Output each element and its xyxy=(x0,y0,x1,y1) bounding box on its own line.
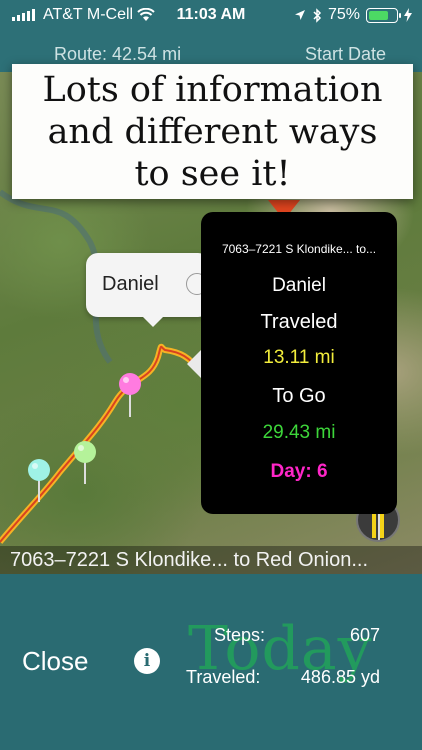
top-bar: AT&T M-Cell 11:03 AM 75% Route: 42.54 mi… xyxy=(0,0,422,72)
bluetooth-icon xyxy=(313,7,322,23)
info-icon[interactable]: i xyxy=(134,648,160,674)
battery-percent: 75% xyxy=(327,6,360,23)
location-icon xyxy=(294,10,305,20)
map-pin-cyan[interactable] xyxy=(28,459,50,502)
pin-callout[interactable]: Daniel xyxy=(86,253,210,327)
map-pin-green[interactable] xyxy=(74,441,96,484)
callout-name: Daniel xyxy=(102,273,159,295)
battery-icon xyxy=(366,7,401,23)
promo-banner: Lots of information and different ways t… xyxy=(12,64,413,199)
promo-banner-text: Lots of information and different ways t… xyxy=(42,69,383,194)
start-date-label[interactable]: Start Date xyxy=(305,44,386,65)
popup-to-go-value: 29.43 mi xyxy=(262,422,336,443)
screen: AT&T M-Cell 11:03 AM 75% Route: 42.54 mi… xyxy=(0,0,422,750)
charging-icon xyxy=(404,8,412,22)
popup-day: Day: 6 xyxy=(270,461,328,482)
popup-traveled-label: Traveled xyxy=(260,311,338,333)
callout-tail xyxy=(142,316,164,327)
popup-to-go-label: To Go xyxy=(272,385,326,407)
route-line-core xyxy=(0,345,201,543)
route-line xyxy=(0,343,203,544)
status-right: 75% xyxy=(294,6,412,24)
popup-traveled-value: 13.11 mi xyxy=(263,347,335,368)
status-bar: AT&T M-Cell 11:03 AM 75% xyxy=(0,0,422,30)
map-address-strip: 7063–7221 S Klondike... to Red Onion... xyxy=(0,546,422,574)
popup-pointer xyxy=(187,350,201,378)
bottom-panel: Today Close i Steps: 607 Traveled: 486.8… xyxy=(0,574,422,750)
popup-address: 7063–7221 S Klondike... to... xyxy=(221,242,377,256)
traveled-label: Traveled: xyxy=(186,667,261,687)
close-button[interactable]: Close xyxy=(22,646,88,677)
steps-label: Steps: xyxy=(214,625,266,645)
popup-name: Daniel xyxy=(272,275,326,296)
traveler-popup: 7063–7221 S Klondike... to... Daniel Tra… xyxy=(187,212,397,514)
steps-value: 607 xyxy=(349,625,380,645)
route-distance: Route: 42.54 mi xyxy=(54,44,182,64)
traveled-value: 486.85 yd xyxy=(300,667,380,687)
